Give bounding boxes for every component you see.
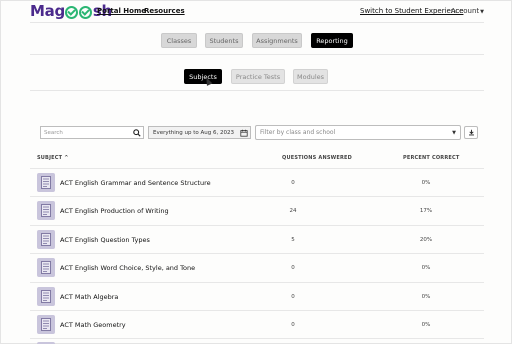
worksheet-icon [37,258,55,277]
table-row[interactable]: ACT English Grammar and Sentence Structu… [30,168,484,196]
questions-answered-value: 0 [291,265,295,271]
tab-assignments[interactable]: Assignments [252,33,302,48]
switch-student-experience-link[interactable]: Switch to Student Experience [360,7,463,15]
column-header-subject[interactable]: SUBJECT ^ [37,155,69,161]
percent-correct-value: 20% [419,237,433,243]
questions-answered-value: 0 [291,322,295,328]
worksheet-icon [37,230,55,249]
class-filter-placeholder: Filter by class and school [260,129,336,136]
percent-correct-value: 0% [421,322,431,328]
download-button[interactable] [464,126,478,139]
column-header-percent-correct: PERCENT CORRECT [403,155,460,161]
date-range-picker[interactable]: Everything up to Aug 6, 2023 [148,126,251,139]
subject-name[interactable]: ACT Math Geometry [60,321,126,329]
tab-classes[interactable]: Classes [161,33,197,48]
table-row[interactable]: ACT English Word Choice, Style, and Tone… [30,253,484,281]
subtab-practice-tests[interactable]: Practice Tests [231,69,285,84]
table-row[interactable]: ACT English Question Types 5 20% [30,225,484,253]
percent-correct-value: 0% [421,294,431,300]
divider [30,90,484,91]
worksheet-icon [37,315,55,334]
search-input[interactable]: Search [40,126,144,139]
search-placeholder: Search [44,129,63,136]
subject-name[interactable]: ACT Math Algebra [60,293,118,301]
search-icon[interactable] [133,129,141,137]
download-icon [468,129,474,136]
header: Mag sh Portal Home Resources Switch to St… [1,1,512,23]
account-label: Account [450,7,480,15]
questions-answered-value: 0 [291,180,295,186]
worksheet-icon [37,173,55,192]
account-menu[interactable]: Account▼ [451,7,484,15]
table-row[interactable]: ACT Math Geometry 0 0% [30,310,484,338]
column-header-questions-answered: QUESTIONS ANSWERED [282,155,352,161]
subject-name[interactable]: ACT English Production of Writing [60,207,169,215]
percent-correct-value: 17% [419,208,433,214]
date-range-value: Everything up to Aug 6, 2023 [153,129,235,136]
questions-answered-value: 0 [291,294,295,300]
portal-home-link[interactable]: Portal Home [97,7,146,15]
calendar-icon[interactable] [240,129,248,137]
questions-answered-value: 24 [289,208,297,214]
divider [30,22,484,23]
logo-check-icon [65,5,79,19]
subject-name[interactable]: ACT English Word Choice, Style, and Tone [60,264,195,272]
percent-correct-value: 0% [421,180,431,186]
table-row[interactable]: ACT English Production of Writing 24 17% [30,196,484,224]
subject-header-label: SUBJECT [37,155,63,161]
tab-reporting[interactable]: Reporting [311,33,353,48]
logo-check-icon [79,5,93,19]
subtab-modules[interactable]: Modules [293,69,328,84]
logo-text-start: Mag [30,2,65,20]
table-row[interactable]: ACT Math Algebra 0 0% [30,282,484,310]
chevron-down-icon: ▼ [452,130,456,136]
class-school-filter-select[interactable]: Filter by class and school ▼ [255,125,461,140]
percent-correct-value: 0% [421,265,431,271]
sort-up-icon: ^ [64,155,69,161]
subject-name[interactable]: ACT English Question Types [60,236,150,244]
worksheet-icon [37,287,55,306]
table-row[interactable] [30,338,484,344]
caret-down-icon: ▼ [480,9,484,15]
divider [30,54,484,55]
resources-link[interactable]: Resources [144,7,185,15]
subtab-subjects[interactable]: Subjects [184,69,222,84]
worksheet-icon [37,201,55,220]
subject-name[interactable]: ACT English Grammar and Sentence Structu… [60,179,211,187]
questions-answered-value: 5 [291,237,295,243]
tab-students[interactable]: Students [205,33,243,48]
